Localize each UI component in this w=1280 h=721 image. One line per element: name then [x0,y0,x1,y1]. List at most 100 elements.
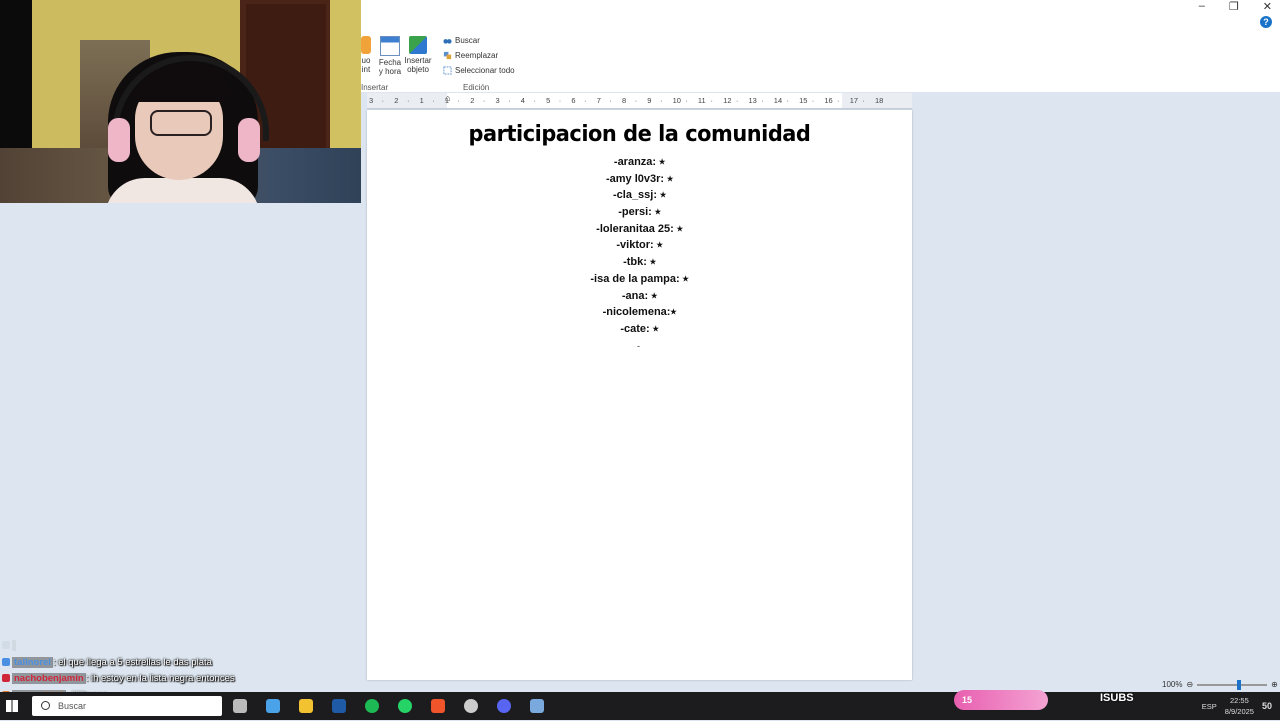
file-explorer-icon[interactable] [299,699,313,713]
entry-item: -loleranitaa 25: ⭑ [596,222,683,235]
entry-list: -aranza: ⭑ -amy l0v3r: ⭑ -cla_ssj: ⭑ -persi… [367,154,912,338]
ruler-tick: 3 [369,96,374,105]
replace-icon [443,51,452,60]
ruler-tick: · [406,96,410,105]
chat-username: nachobenjamin [12,673,86,684]
ruler-tick: 5 [546,96,551,105]
replace-button[interactable]: Reemplazar [443,51,498,60]
binoculars-icon [443,39,452,44]
task-view-icon[interactable] [233,699,247,713]
ruler-tick: 8 [622,96,627,105]
text-cursor: - [637,341,640,351]
ruler-tick: 12 [723,96,732,105]
ruler-tick: 7 [596,96,601,105]
zoom-control: 100% ⊖ ⊕ [1162,679,1278,690]
ruler-tick: 2 [470,96,475,105]
entry-item: -nicolemena:⭑ [602,306,677,319]
select-all-button[interactable]: Seleccionar todo [443,66,515,75]
zoom-slider[interactable] [1197,679,1268,690]
entry-item: -ana: ⭑ [621,289,658,302]
notification-badge[interactable]: 50 [1262,701,1272,711]
system-tray: ESP 22:55 8/9/2025 50 [1202,692,1272,720]
ruler-tick: · [584,96,587,105]
windows-start-icon[interactable] [6,700,18,712]
ruler-tick: · [786,96,789,105]
ruler-tick: · [508,96,511,105]
entry-item: -cate: ⭑ [620,322,659,335]
ruler-tick: · [761,96,764,105]
zoom-level: 100% [1162,680,1183,689]
ruler-tick: · [862,96,865,105]
ruler-tick: 4 [520,96,525,105]
insert-object-icon [409,36,427,54]
chat-username [12,640,16,651]
document-page[interactable]: participacion de la comunidad -aranza: ⭑… [367,110,912,680]
ruler-tick: 18 [875,96,884,105]
ruler-tick: 17 [849,96,859,105]
webcam-overlay [0,0,361,203]
ruler-tick: 1 [444,96,450,105]
ruler-tick: 10 [672,96,681,105]
entry-item: -tbk: ⭑ [623,256,656,269]
entry-item: -viktor: ⭑ [616,239,663,252]
entry-item: -cla_ssj: ⭑ [612,189,667,202]
brave-icon[interactable] [431,699,445,713]
ruler-tick: 6 [571,96,576,105]
taskbar-search-input[interactable]: Buscar [32,696,222,716]
calendar-icon [380,36,400,56]
ruler-tick: 13 [748,96,757,105]
ruler-tick: · [811,96,815,105]
chat-username: tallnorel [12,656,53,668]
group-label-edit: Edición [463,83,490,92]
ruler-tick: · [457,96,461,105]
steam-icon[interactable] [332,699,346,713]
subs-counter: ISUBS [1100,692,1134,704]
zoom-in-button[interactable]: ⊕ [1271,680,1278,689]
stream-goal-overlay: 15 [954,690,1048,710]
spotify-icon[interactable] [365,699,379,713]
close-button[interactable]: ✕ [1263,0,1272,13]
paint-button[interactable]: uo int [359,36,373,74]
search-icon [41,701,50,710]
zoom-out-button[interactable]: ⊖ [1186,680,1193,689]
notepad-icon[interactable] [530,699,544,713]
ruler-tick: 14 [773,96,783,105]
paint-icon [361,36,371,54]
ruler-tick: · [533,96,536,105]
ribbon: – ❐ ✕ ? uo int Fecha y hora Insertar obj… [361,0,1280,92]
entry-item: -amy l0v3r: ⭑ [605,172,674,185]
chat-message: tallnorel: el que llega a 5 estrellas le… [2,655,362,672]
entry-item: -isa de la pampa: ⭑ [590,272,689,285]
whatsapp-icon[interactable] [398,699,412,713]
keyboard-language[interactable]: ESP [1202,702,1217,711]
group-label-insert: Insertar [361,83,389,92]
minimize-button[interactable]: – [1199,0,1205,13]
ruler-tick: · [659,96,663,105]
ruler-tick: · [482,96,486,105]
select-all-icon [443,66,452,75]
chat-message: nachobenjamin: ih estoy en la lista negr… [2,671,362,688]
clock[interactable]: 22:55 8/9/2025 [1225,695,1254,717]
chat-badge-icon [2,641,10,649]
ruler-tick: · [837,96,840,105]
date-time-button[interactable]: Fecha y hora [375,36,405,76]
chat-badge-icon [2,674,10,682]
maximize-button[interactable]: ❐ [1229,0,1239,13]
obs-icon[interactable] [464,699,478,713]
window-controls: – ❐ ✕ [1199,0,1272,13]
ruler[interactable]: ⌂ 3 · 2 · 1 · 1 · 2 · 3 · 4 · 5 · 6 · 7 · 8 · 9 · 10 · 11 · 12 · 13 · 14… [367,93,912,109]
insert-object-button[interactable]: Insertar objeto [403,36,433,74]
ruler-tick: 15 [799,96,808,105]
taskbar: Buscar ESP 22:55 8/9/2025 50 [0,692,1280,720]
ruler-tick: · [381,96,385,105]
entry-item: -aranza: ⭑ [613,156,666,168]
ruler-tick: 3 [495,96,500,105]
help-icon[interactable]: ? [1260,16,1272,28]
ruler-tick: · [432,96,435,105]
copilot-icon[interactable] [266,699,280,713]
find-button[interactable]: Buscar [443,36,480,45]
chat-text: : ih estoy en la lista negra entonces [85,673,235,684]
ruler-tick: 9 [647,96,652,105]
chat-text: : el que llega a 5 estrellas le das plat… [52,656,212,668]
discord-icon[interactable] [497,699,511,713]
